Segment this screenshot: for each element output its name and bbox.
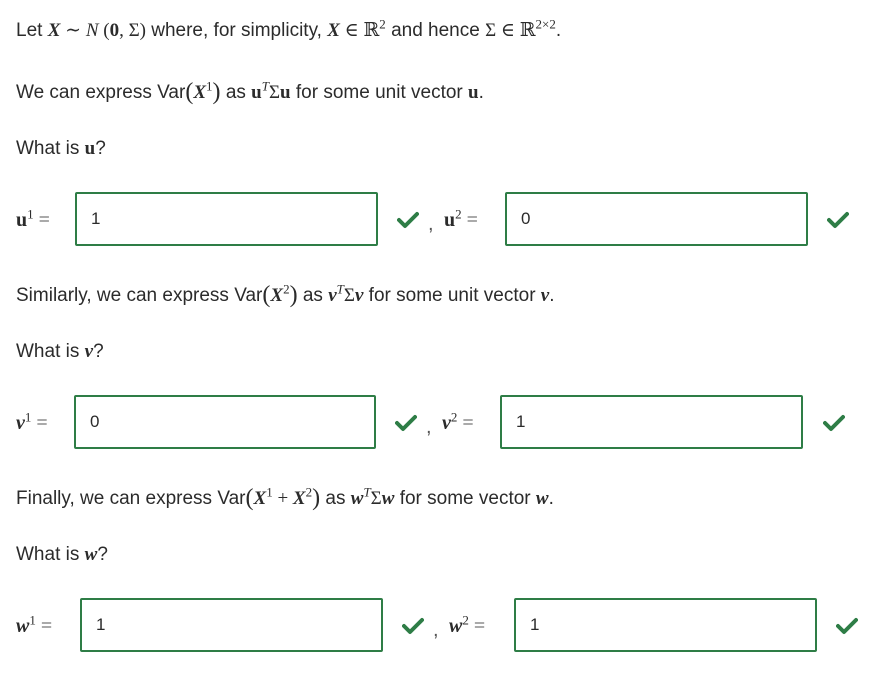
v2-input[interactable]: 1 — [500, 395, 803, 449]
where-text: where, for simplicity, — [151, 20, 322, 41]
w2-label: w2 = — [449, 612, 486, 637]
and-hence-text: and hence — [391, 20, 480, 41]
w1-input[interactable]: 1 — [80, 598, 383, 652]
u2-label: u2 = — [444, 206, 478, 231]
var-label: Var — [157, 82, 186, 103]
finally-line: Finally, we can express Var(X1 + X2) as … — [16, 484, 554, 511]
v1-label: v1 = — [16, 409, 48, 434]
u2-input[interactable]: 0 — [505, 192, 808, 246]
let-word: Let — [16, 20, 43, 41]
v2-label: v2 = — [442, 409, 474, 434]
comma-separator: , — [433, 619, 439, 641]
question-v: What is v? — [16, 341, 104, 362]
check-icon — [827, 212, 849, 228]
question-u: What is u? — [16, 138, 106, 159]
w1-label: w1 = — [16, 612, 53, 637]
express-u-text: We can express — [16, 82, 152, 103]
intro-line-2: We can express Var(X1) as uTΣu for some … — [16, 78, 484, 105]
question-w: What is w? — [16, 544, 108, 565]
u1-input[interactable]: 1 — [75, 192, 378, 246]
check-icon — [823, 415, 845, 431]
intro-line-1: Let X ∼ N (0, Σ) where, for simplicity, … — [16, 16, 562, 41]
comma-separator: , — [426, 416, 432, 438]
comma-separator: , — [428, 213, 434, 235]
u1-label: u1 = — [16, 206, 50, 231]
w2-input[interactable]: 1 — [514, 598, 817, 652]
check-icon — [402, 618, 424, 634]
check-icon — [836, 618, 858, 634]
check-icon — [397, 212, 419, 228]
v1-input[interactable]: 0 — [74, 395, 376, 449]
similarly-line: Similarly, we can express Var(X2) as vTΣ… — [16, 281, 555, 308]
check-icon — [395, 415, 417, 431]
